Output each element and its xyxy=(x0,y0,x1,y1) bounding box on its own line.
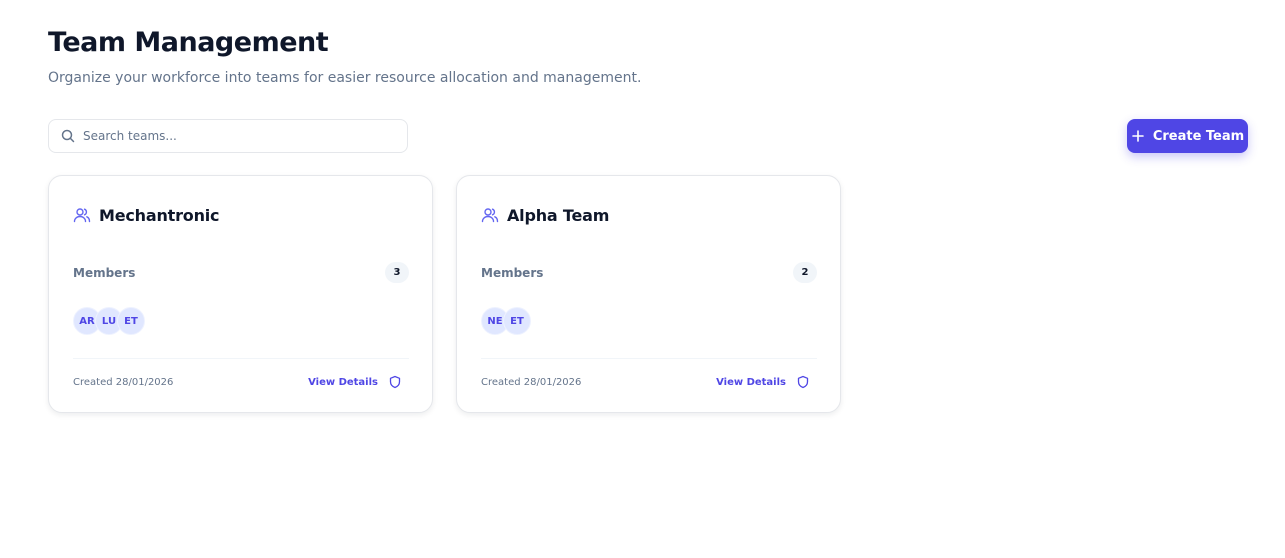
plus-icon xyxy=(1131,129,1145,143)
create-team-label: Create Team xyxy=(1152,128,1245,144)
members-row: Members 2 xyxy=(481,262,817,283)
avatar[interactable]: ET xyxy=(117,307,145,335)
page-subtitle: Organize your workforce into teams for e… xyxy=(48,70,642,86)
team-card-footer: Created 28/01/2026 View Details xyxy=(73,372,402,392)
users-icon xyxy=(73,206,91,224)
members-label: Members xyxy=(481,265,544,280)
members-label: Members xyxy=(73,265,136,280)
view-details-label: View Details xyxy=(308,376,378,388)
search-box[interactable] xyxy=(48,119,408,153)
team-card-header: Alpha Team xyxy=(481,204,609,226)
card-divider xyxy=(73,358,409,359)
team-name: Mechantronic xyxy=(99,205,220,225)
team-card[interactable]: Mechantronic Members 3 AR LU ET Created … xyxy=(48,175,433,413)
users-icon xyxy=(481,206,499,224)
member-count-badge: 3 xyxy=(385,262,409,283)
member-avatars: AR LU ET xyxy=(73,307,145,335)
member-count-badge: 2 xyxy=(793,262,817,283)
card-divider xyxy=(481,358,817,359)
view-details-label: View Details xyxy=(716,376,786,388)
team-card-footer: Created 28/01/2026 View Details xyxy=(481,372,810,392)
search-input[interactable] xyxy=(83,129,383,143)
page-title: Team Management xyxy=(48,27,329,58)
team-management-page: Team Management Organize your workforce … xyxy=(0,0,1285,558)
search-icon xyxy=(60,128,76,144)
view-details-link[interactable]: View Details xyxy=(308,375,402,389)
team-card[interactable]: Alpha Team Members 2 NE ET Created 28/01… xyxy=(456,175,841,413)
avatar[interactable]: ET xyxy=(503,307,531,335)
shield-icon xyxy=(796,375,810,389)
created-date: Created 28/01/2026 xyxy=(73,376,174,388)
view-details-link[interactable]: View Details xyxy=(716,375,810,389)
members-row: Members 3 xyxy=(73,262,409,283)
create-team-button[interactable]: Create Team xyxy=(1127,119,1248,153)
shield-icon xyxy=(388,375,402,389)
team-card-header: Mechantronic xyxy=(73,204,220,226)
team-name: Alpha Team xyxy=(507,205,610,225)
member-avatars: NE ET xyxy=(481,307,531,335)
created-date: Created 28/01/2026 xyxy=(481,376,582,388)
